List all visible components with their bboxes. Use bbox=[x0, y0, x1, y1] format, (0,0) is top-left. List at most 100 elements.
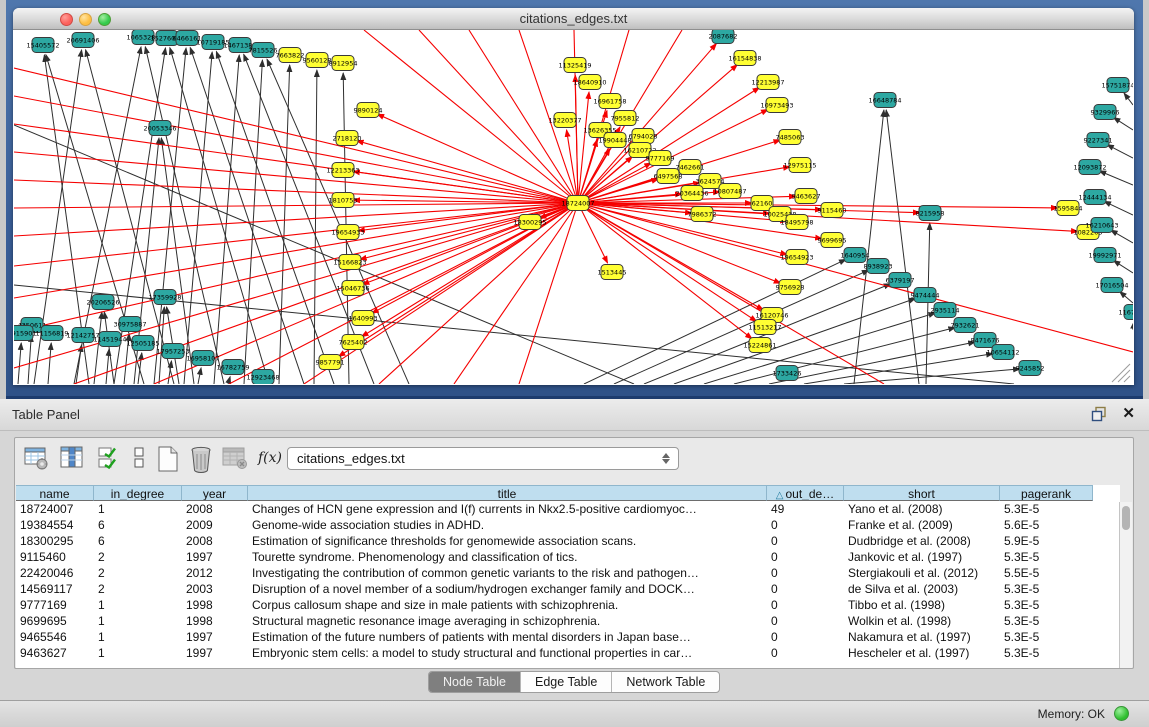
graph-node[interactable]: 7485063 bbox=[776, 130, 805, 145]
column-header-name[interactable]: name bbox=[16, 485, 94, 501]
function-builder-icon[interactable]: f(x) bbox=[258, 450, 282, 466]
graph-node[interactable]: 7955812 bbox=[611, 111, 640, 126]
column-header-pagerank[interactable]: pagerank bbox=[1000, 485, 1093, 501]
graph-node[interactable]: 1640954 bbox=[841, 248, 870, 263]
graph-node[interactable]: 9115460 bbox=[818, 203, 847, 218]
table-row[interactable]: 977716911998Corpus callosum shape and si… bbox=[16, 597, 1120, 613]
table-row[interactable]: 946554611997Estimation of the future num… bbox=[16, 629, 1120, 645]
graph-node[interactable]: 9227341 bbox=[1084, 133, 1113, 148]
graph-node[interactable]: 17359928 bbox=[148, 290, 181, 305]
column-header-short[interactable]: short bbox=[844, 485, 1000, 501]
graph-node[interactable]: 19654933 bbox=[331, 225, 364, 240]
row-selection-icon[interactable] bbox=[97, 445, 121, 471]
delete-table-icon[interactable] bbox=[221, 445, 249, 471]
column-header-title[interactable]: title bbox=[248, 485, 767, 501]
graph-node[interactable]: 12975115 bbox=[783, 158, 816, 173]
resize-grip-icon[interactable] bbox=[1124, 376, 1130, 382]
column-settings-icon[interactable] bbox=[23, 445, 49, 471]
table-row[interactable]: 1938455462009Genome-wide association stu… bbox=[16, 517, 1120, 533]
network-canvas[interactable]: 18724007 11325419 18640910 16961758 7955812 1… bbox=[14, 30, 1133, 384]
close-icon[interactable]: ✕ bbox=[1122, 404, 1135, 422]
graph-node[interactable]: 12923468 bbox=[246, 370, 279, 385]
column-header-indegree[interactable]: in_degree bbox=[94, 485, 182, 501]
graph-node[interactable]: 7986372 bbox=[688, 207, 717, 222]
graph-node[interactable]: 9756928 bbox=[776, 280, 805, 295]
graph-node[interactable]: 15751874 bbox=[1101, 78, 1133, 93]
graph-node[interactable]: 9474444 bbox=[911, 288, 940, 303]
table-row[interactable]: 1456911722003Disruption of a novel membe… bbox=[16, 581, 1120, 597]
graph-node[interactable]: 1640993 bbox=[349, 311, 378, 326]
graph-node[interactable]: 2718120 bbox=[333, 131, 362, 146]
graph-node[interactable]: 9560128 bbox=[303, 53, 332, 68]
graph-node[interactable]: 12505185 bbox=[126, 336, 159, 351]
graph-node[interactable]: 2935114 bbox=[931, 303, 960, 318]
graph-node[interactable]: 8215958 bbox=[916, 206, 945, 221]
graph-node[interactable]: 8912954 bbox=[329, 56, 358, 71]
delete-row-icon[interactable] bbox=[187, 445, 215, 473]
graph-node[interactable]: 1733426 bbox=[773, 366, 802, 381]
graph-node[interactable]: 6497568 bbox=[654, 169, 683, 184]
graph-node-label: 6497568 bbox=[654, 172, 683, 180]
graph-node[interactable]: 19992971 bbox=[1088, 248, 1121, 263]
column-header-year[interactable]: year bbox=[182, 485, 248, 501]
graph-node[interactable]: 7815526 bbox=[249, 43, 278, 58]
graph-node[interactable]: 7663822 bbox=[276, 48, 305, 63]
table-selector-combobox[interactable]: citations_edges.txt bbox=[287, 447, 679, 470]
graph-node[interactable]: 30975887 bbox=[113, 317, 146, 332]
tab-network-table[interactable]: Network Table bbox=[612, 672, 719, 692]
new-table-icon[interactable] bbox=[155, 445, 181, 473]
table-row[interactable]: 2242004622012Investigating the contribut… bbox=[16, 565, 1120, 581]
graph-node[interactable]: 1513445 bbox=[598, 265, 627, 280]
tab-node-table[interactable]: Node Table bbox=[429, 672, 521, 692]
resize-grip-icon[interactable] bbox=[1118, 370, 1130, 382]
graph-node[interactable]: 7932621 bbox=[951, 318, 980, 333]
memory-ok-indicator-icon[interactable] bbox=[1114, 706, 1129, 721]
window-titlebar[interactable]: citations_edges.txt bbox=[13, 8, 1134, 30]
graph-node[interactable]: 15224861 bbox=[743, 338, 776, 353]
graph-node[interactable]: 8938923 bbox=[864, 259, 893, 274]
graph-node[interactable]: 16648784 bbox=[868, 93, 901, 108]
graph-node[interactable]: 2087682 bbox=[709, 30, 738, 44]
table-row[interactable]: 1872400712008Changes of HCN gene express… bbox=[16, 501, 1120, 517]
table-scrollbar[interactable] bbox=[1119, 502, 1132, 668]
graph-node[interactable]: 16961758 bbox=[593, 94, 626, 109]
graph-node-label: 18724007 bbox=[561, 199, 594, 207]
graph-node[interactable]: 9777169 bbox=[646, 151, 675, 166]
column-header-outde[interactable]: △out_de… bbox=[767, 485, 844, 501]
column-visibility-icon[interactable] bbox=[59, 445, 85, 471]
graph-node[interactable]: 19654923 bbox=[780, 250, 813, 265]
graph-node[interactable]: 15405572 bbox=[26, 38, 59, 53]
graph-node[interactable]: 12213987 bbox=[751, 75, 784, 90]
graph-node[interactable]: 15166823 bbox=[333, 255, 366, 270]
graph-node[interactable]: 20691406 bbox=[66, 33, 99, 48]
graph-node[interactable]: 9245852 bbox=[1016, 361, 1045, 376]
graph-node[interactable]: 7625402 bbox=[339, 335, 368, 350]
float-window-icon[interactable] bbox=[1091, 406, 1107, 422]
graph-node[interactable]: 1810753 bbox=[329, 193, 358, 208]
graph-node[interactable]: 20053346 bbox=[143, 121, 176, 136]
table-row[interactable]: 946362711997Embryonic stem cells: a mode… bbox=[16, 645, 1120, 661]
tab-edge-table[interactable]: Edge Table bbox=[521, 672, 612, 692]
graph-node[interactable]: 1595844 bbox=[1054, 201, 1083, 216]
row-height-icon[interactable] bbox=[131, 445, 147, 471]
graph-node[interactable]: 3915901 bbox=[14, 326, 36, 341]
graph-node[interactable]: 9890124 bbox=[354, 103, 383, 118]
table-row[interactable]: 1830029562008Estimation of significance … bbox=[16, 533, 1120, 549]
graph-node[interactable]: 9699695 bbox=[818, 233, 847, 248]
graph-node[interactable]: 9463627 bbox=[792, 189, 821, 204]
graph-node[interactable]: 16154838 bbox=[728, 51, 761, 66]
graph-node[interactable]: 17016504 bbox=[1095, 278, 1128, 293]
table-scrollbar-thumb[interactable] bbox=[1122, 506, 1130, 530]
table-row[interactable]: 969969511998Structural magnetic resonanc… bbox=[16, 613, 1120, 629]
graph-node[interactable]: 18640910 bbox=[573, 75, 606, 90]
graph-node[interactable]: 6379197 bbox=[886, 273, 915, 288]
graph-node[interactable]: 11675314 bbox=[1118, 305, 1133, 320]
graph-node[interactable]: 9329966 bbox=[1091, 105, 1120, 120]
graph-node[interactable]: 12213363 bbox=[326, 163, 359, 178]
graph-edge bbox=[1124, 93, 1133, 105]
graph-node-label: 10807487 bbox=[713, 187, 746, 195]
graph-node[interactable]: 6794028 bbox=[629, 129, 658, 144]
graph-node[interactable]: 9857791 bbox=[316, 355, 345, 370]
table-row[interactable]: 911546021997Tourette syndrome. Phenomeno… bbox=[16, 549, 1120, 565]
graph-node[interactable]: 11325419 bbox=[558, 58, 591, 73]
